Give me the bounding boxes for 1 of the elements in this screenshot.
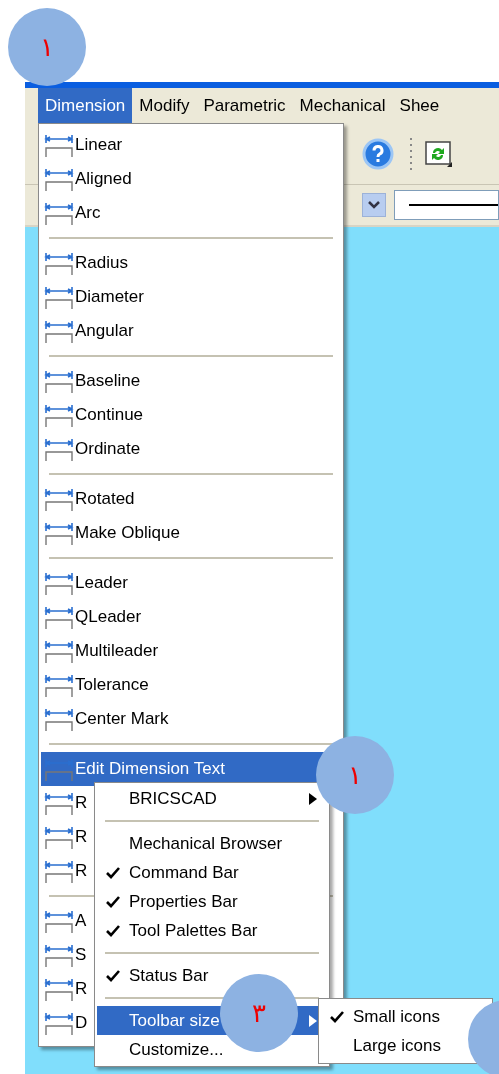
annotation-marker: ١: [8, 8, 86, 86]
